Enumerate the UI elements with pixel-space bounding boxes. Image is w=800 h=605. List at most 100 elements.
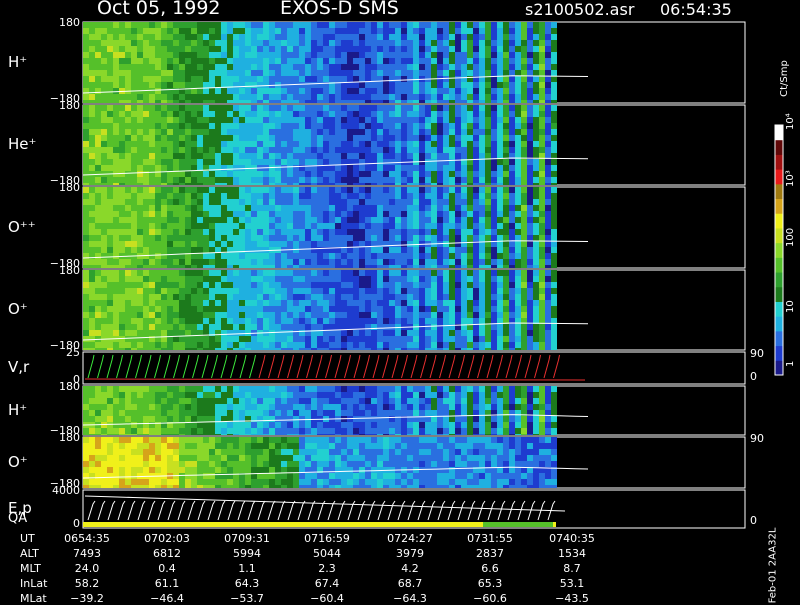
- spectrogram-cell: [131, 153, 137, 159]
- spectrogram-cell: [209, 76, 215, 82]
- spectrogram-cell: [413, 70, 419, 76]
- spectrogram-cell: [491, 141, 497, 147]
- spectrogram-cell: [167, 165, 173, 171]
- spectrogram-cell: [425, 288, 431, 294]
- spectrogram-cell: [479, 141, 485, 147]
- spectrogram-cell: [197, 300, 203, 306]
- spectrogram-cell: [167, 211, 173, 217]
- spectrogram-cell: [239, 64, 245, 70]
- spectrogram-cell: [137, 52, 143, 58]
- spectrogram-cell: [125, 76, 131, 82]
- spectrogram-cell: [305, 199, 311, 205]
- spectrogram-cell: [245, 247, 251, 253]
- spectrogram-cell: [251, 211, 257, 217]
- spectrogram-cell: [299, 217, 305, 223]
- spectrogram-cell: [281, 88, 287, 94]
- spectrogram-cell: [299, 171, 305, 177]
- spectrogram-cell: [167, 58, 173, 64]
- spectrogram-cell: [425, 34, 431, 40]
- spectrogram-cell: [473, 94, 479, 100]
- spectrogram-cell: [539, 330, 545, 336]
- spectrogram-cell: [461, 205, 467, 211]
- spectrogram-cell: [497, 58, 503, 64]
- spectrogram-cell: [545, 105, 551, 111]
- spectrogram-cell: [227, 294, 233, 300]
- spectrogram-cell: [395, 100, 401, 103]
- spectrogram-cell: [437, 428, 443, 434]
- spectrogram-cell: [455, 183, 461, 185]
- spectrogram-cell: [503, 265, 509, 268]
- spectrogram-cell: [305, 235, 311, 241]
- spectrogram-cell: [443, 64, 449, 70]
- spectrogram-cell: [461, 147, 467, 153]
- spectrogram-cell: [329, 40, 335, 46]
- spectrogram-cell: [509, 117, 515, 123]
- spectrogram-cell: [329, 205, 335, 211]
- spectrogram-cell: [353, 177, 359, 183]
- spectrogram-cell: [299, 422, 305, 428]
- spectrogram-cell: [461, 294, 467, 300]
- spectrogram-cell: [545, 247, 551, 253]
- spectrogram-cell: [173, 105, 179, 111]
- spectrogram-cell: [377, 330, 383, 336]
- spectrogram-cell: [551, 105, 557, 111]
- spectrogram-cell: [269, 187, 275, 193]
- spectrogram-cell: [161, 141, 167, 147]
- spectrogram-cell: [209, 100, 215, 103]
- spectrogram-cell: [545, 312, 551, 318]
- spectrogram-cell: [269, 282, 275, 288]
- spectrogram-cell: [155, 135, 161, 141]
- spectrogram-cell: [371, 100, 377, 103]
- spectrogram-cell: [95, 147, 101, 153]
- spectrogram-cell: [353, 428, 359, 434]
- spectrogram-cell: [539, 265, 545, 268]
- spectrogram-cell: [413, 422, 419, 428]
- spectrogram-cell: [239, 129, 245, 135]
- spectrogram-cell: [293, 64, 299, 70]
- spectrogram-cell: [383, 40, 389, 46]
- spectrogram-cell: [263, 187, 269, 193]
- spectrogram-cell: [317, 229, 323, 235]
- spectrogram-cell: [485, 105, 491, 111]
- spectrogram-cell: [173, 300, 179, 306]
- spectrogram-cell: [215, 265, 221, 268]
- spectrogram-cell: [347, 404, 353, 410]
- spectrogram-cell: [407, 288, 413, 294]
- spectrogram-cell: [383, 123, 389, 129]
- spectrogram-cell: [455, 88, 461, 94]
- spectrogram-cell: [425, 253, 431, 259]
- spectrogram-cell: [521, 100, 527, 103]
- spectrogram-cell: [449, 199, 455, 205]
- spectrogram-cell: [413, 294, 419, 300]
- spectrogram-cell: [329, 28, 335, 34]
- spectrogram-cell: [527, 64, 533, 70]
- spectrogram-cell: [299, 324, 305, 330]
- spectrogram-cell: [551, 199, 557, 205]
- spectrogram-cell: [443, 434, 449, 435]
- spectrogram-cell: [269, 434, 275, 435]
- spectrogram-cell: [155, 82, 161, 88]
- spectrogram-cell: [455, 193, 461, 199]
- spectrogram-cell: [539, 70, 545, 76]
- spectrogram-cell: [419, 141, 425, 147]
- spectrogram-cell: [365, 330, 371, 336]
- spectrogram-cell: [431, 404, 437, 410]
- spectrogram-cell: [227, 52, 233, 58]
- spectrogram-cell: [461, 64, 467, 70]
- spectrogram-cell: [299, 94, 305, 100]
- spectrogram-cell: [419, 253, 425, 259]
- spectrogram-cell: [257, 159, 263, 165]
- spectrogram-cell: [401, 330, 407, 336]
- spectrogram-cell: [191, 318, 197, 324]
- spectrogram-cell: [491, 52, 497, 58]
- spectrogram-cell: [533, 123, 539, 129]
- spectrogram-cell: [83, 265, 89, 268]
- spectrogram-cell: [545, 265, 551, 268]
- spectrogram-cell: [371, 386, 377, 392]
- spectrogram-cell: [263, 205, 269, 211]
- spectrogram-cell: [119, 282, 125, 288]
- spectrogram-cell: [83, 147, 89, 153]
- spectrogram-cell: [311, 270, 317, 276]
- spectrogram-cell: [317, 247, 323, 253]
- spectrogram-cell: [281, 40, 287, 46]
